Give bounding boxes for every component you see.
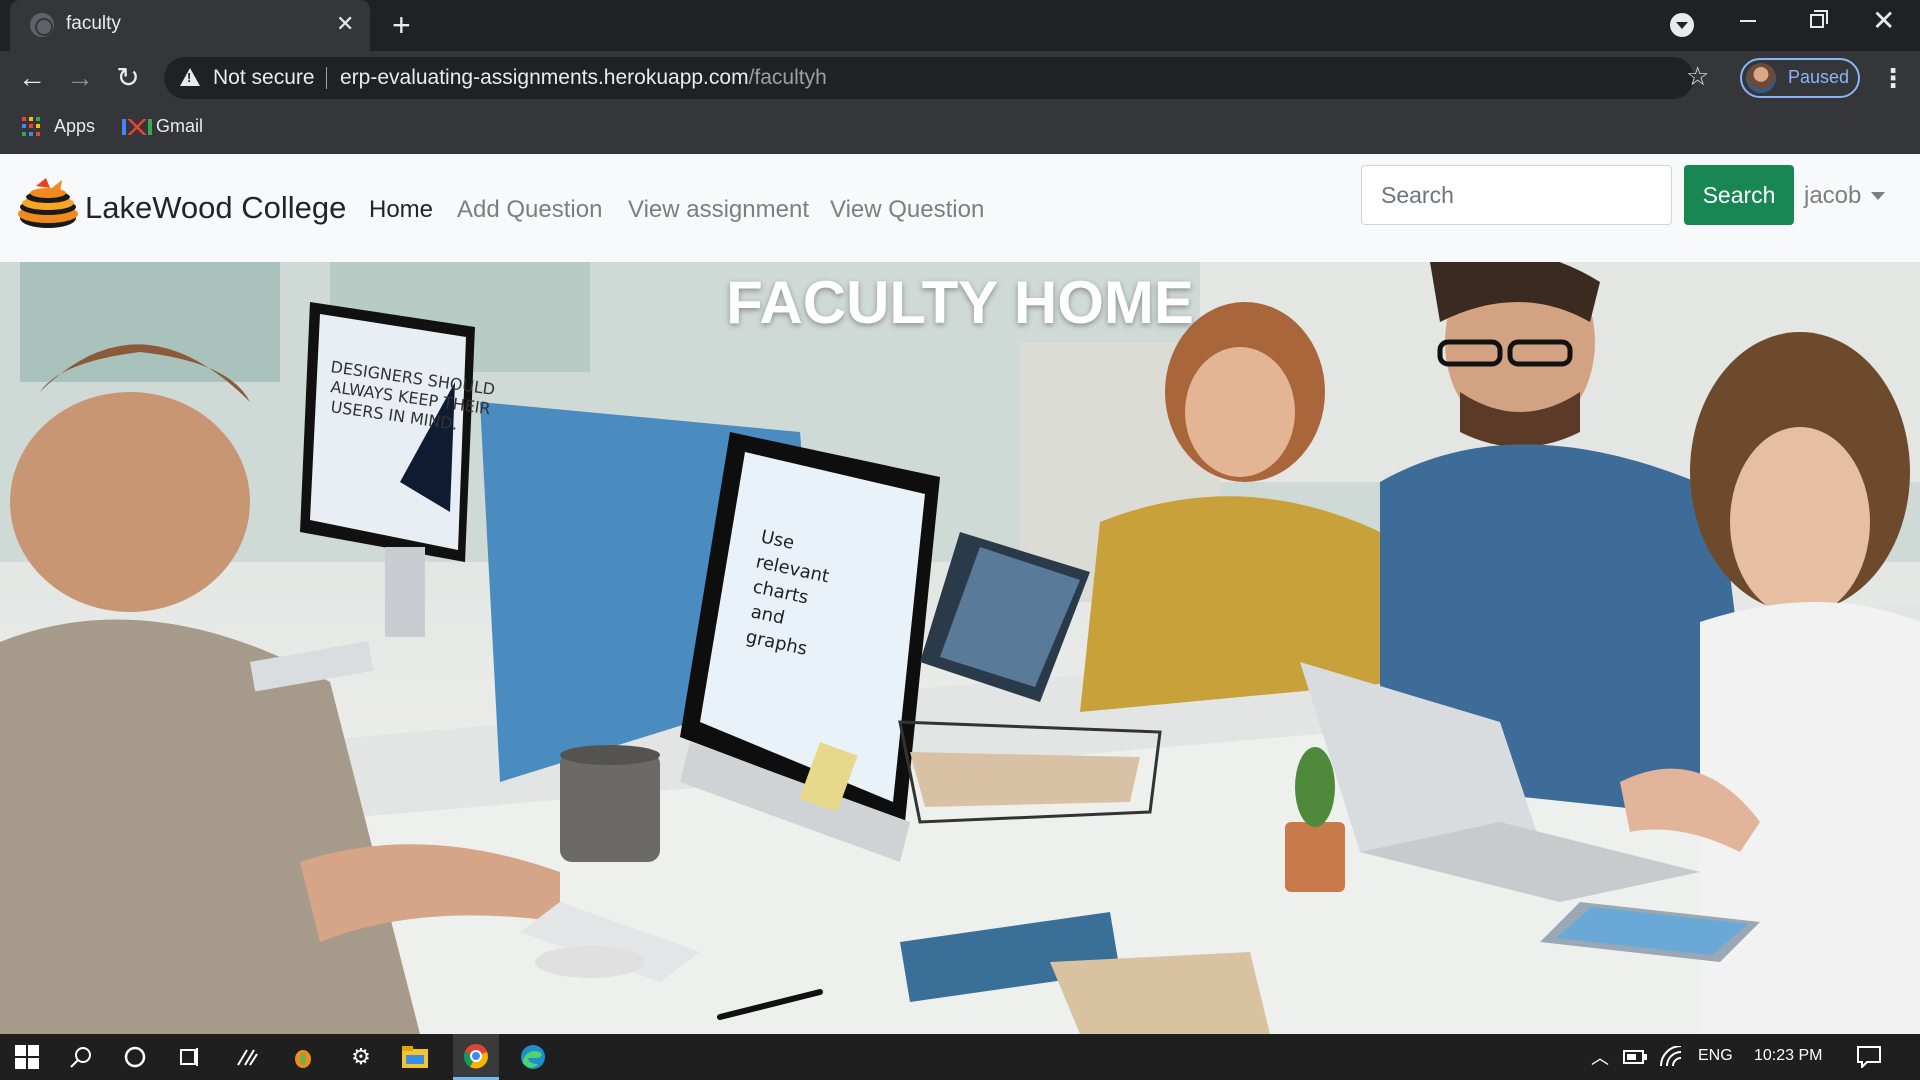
- bookmarks-bar: Apps Gmail: [0, 105, 1920, 154]
- office-photo: DESIGNERS SHOULD ALWAYS KEEP THEIR USERS…: [0, 262, 1920, 1034]
- chrome-menu-icon[interactable]: ⋮: [1880, 61, 1906, 95]
- back-icon[interactable]: ←: [15, 61, 49, 95]
- notifications-icon[interactable]: [1854, 1042, 1884, 1072]
- paint-app-icon[interactable]: [288, 1042, 318, 1072]
- nav-view-assignment[interactable]: View assignment: [628, 196, 809, 224]
- brand-name[interactable]: LakeWood College: [85, 190, 346, 226]
- page-title: FACULTY HOME: [726, 269, 1194, 336]
- windows-start-icon[interactable]: [12, 1042, 42, 1072]
- battery-icon[interactable]: [1620, 1042, 1650, 1072]
- minimize-icon[interactable]: [1740, 20, 1756, 22]
- cortana-icon[interactable]: [120, 1042, 150, 1072]
- warning-icon: [180, 68, 200, 86]
- bookmark-label: Gmail: [156, 116, 204, 136]
- avatar: [1746, 63, 1776, 93]
- settings-gear-icon[interactable]: ⚙: [346, 1042, 376, 1072]
- search-input[interactable]: [1361, 165, 1672, 225]
- college-logo-icon[interactable]: [16, 176, 84, 234]
- security-label[interactable]: Not secure: [213, 66, 315, 90]
- browser-toolbar: ← → ↻ Not secure erp-evaluating-assignme…: [0, 51, 1920, 105]
- bookmark-gmail[interactable]: Gmail: [122, 116, 203, 137]
- chevron-up-icon[interactable]: ︿: [1585, 1042, 1615, 1072]
- gmail-icon: [122, 118, 152, 135]
- clock[interactable]: 10:23 PM: [1754, 1047, 1822, 1065]
- hero-banner: DESIGNERS SHOULD ALWAYS KEEP THEIR USERS…: [0, 262, 1920, 1034]
- windows-taskbar: ⚙ ︿ ENG 10:23 PM: [0, 1034, 1920, 1080]
- search-button[interactable]: Search: [1684, 165, 1794, 225]
- user-name: jacob: [1804, 182, 1862, 209]
- wifi-icon[interactable]: [1656, 1042, 1686, 1072]
- nav-add-question[interactable]: Add Question: [457, 196, 602, 224]
- bookmark-label: Apps: [54, 116, 96, 136]
- search-icon[interactable]: [66, 1042, 96, 1072]
- edge-icon[interactable]: [518, 1042, 548, 1072]
- chrome-taskbar-icon[interactable]: [453, 1034, 499, 1080]
- omnibox-divider: [326, 67, 327, 89]
- user-dropdown[interactable]: jacob: [1804, 182, 1886, 210]
- forward-icon[interactable]: →: [63, 61, 97, 95]
- profile-button[interactable]: Paused: [1740, 58, 1860, 98]
- task-view-icon[interactable]: [174, 1042, 204, 1072]
- browser-tab-strip: faculty ✕ + ✕: [0, 0, 1920, 51]
- url-host: erp-evaluating-assignments.herokuapp.com: [340, 66, 749, 89]
- bookmark-apps[interactable]: Apps: [22, 116, 95, 137]
- pen-workspace-icon[interactable]: [232, 1042, 262, 1072]
- chevron-down-icon: [1871, 192, 1886, 200]
- nav-view-question[interactable]: View Question: [830, 196, 984, 224]
- tab-search-icon[interactable]: [1670, 13, 1694, 37]
- tab-title: faculty: [66, 13, 121, 34]
- language-indicator[interactable]: ENG: [1698, 1047, 1733, 1065]
- web-page: LakeWood College Home Add Question View …: [0, 154, 1920, 1034]
- url-text[interactable]: erp-evaluating-assignments.herokuapp.com…: [340, 66, 827, 90]
- site-navbar: LakeWood College Home Add Question View …: [0, 154, 1920, 262]
- address-bar[interactable]: Not secure erp-evaluating-assignments.he…: [164, 57, 1709, 99]
- reload-icon[interactable]: ↻: [111, 61, 145, 95]
- nav-home[interactable]: Home: [369, 196, 433, 224]
- window-close-icon[interactable]: ✕: [1872, 6, 1895, 36]
- browser-tab[interactable]: faculty ✕: [10, 0, 370, 51]
- profile-status: Paused: [1788, 67, 1850, 87]
- new-tab-icon[interactable]: +: [392, 8, 411, 42]
- url-path: /facultyh: [748, 66, 827, 89]
- globe-icon: [30, 13, 54, 37]
- bookmark-star-icon[interactable]: ☆: [1686, 61, 1709, 92]
- apps-grid-icon: [22, 116, 42, 137]
- file-explorer-icon[interactable]: [400, 1042, 430, 1072]
- close-tab-icon[interactable]: ✕: [336, 12, 354, 36]
- restore-icon[interactable]: [1810, 10, 1828, 28]
